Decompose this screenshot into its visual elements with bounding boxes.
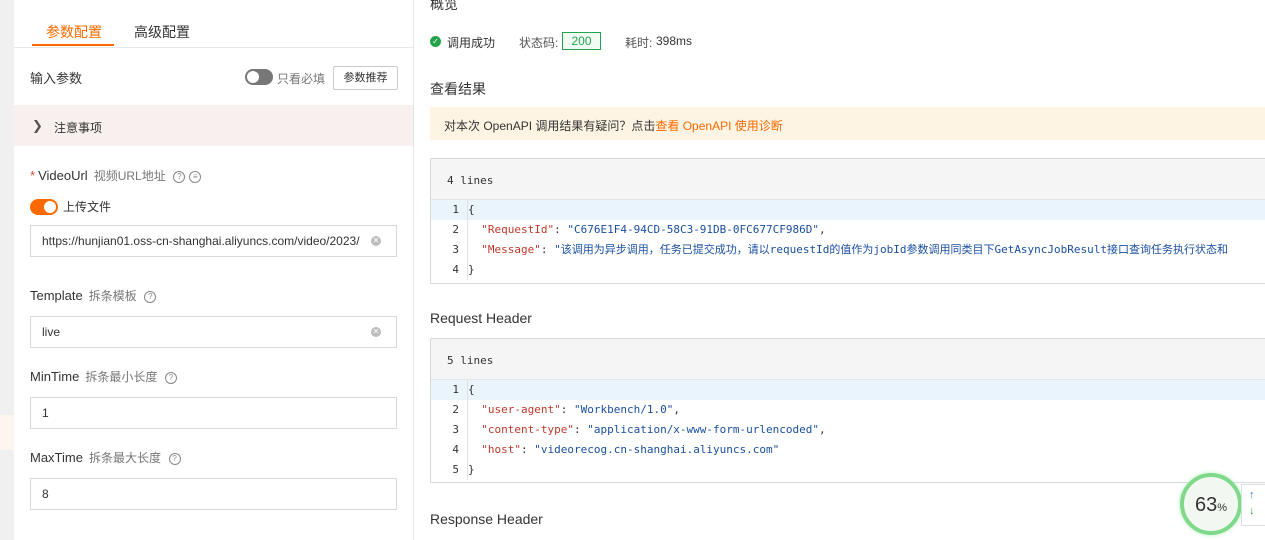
chevron-right-icon: ❯: [32, 118, 43, 133]
maxtime-input[interactable]: 8: [30, 478, 397, 510]
template-name: Template: [30, 288, 83, 303]
code-line: 1{: [431, 200, 1265, 220]
response-header-title: Response Header: [430, 511, 543, 527]
more-icon[interactable]: ≡: [189, 170, 202, 183]
progress-badge[interactable]: 63%: [1180, 473, 1242, 535]
status-code-label: 状态码:: [519, 36, 559, 50]
panel-tabs: 参数配置 高级配置: [14, 0, 413, 48]
maxtime-name: MaxTime: [30, 450, 83, 465]
toggle-knob: [247, 71, 259, 83]
left-strip: [0, 0, 14, 540]
upload-file-label: 上传文件: [63, 200, 112, 214]
code-line: 4 "host": "videorecog.cn-shanghai.aliyun…: [431, 440, 1265, 460]
code-line: 2 "user-agent": "Workbench/1.0",: [431, 400, 1265, 420]
left-strip-highlight: [0, 415, 14, 450]
mintime-name: MinTime: [30, 369, 80, 384]
required-mark: *: [30, 168, 36, 183]
maxtime-desc: 拆条最大长度: [88, 451, 161, 465]
tab-param-config[interactable]: 参数配置: [46, 22, 102, 42]
mintime-label: MinTime 拆条最小长度 ?: [30, 368, 177, 385]
videourl-name: VideoUrl: [38, 168, 88, 183]
result-panel: 概览 ✓ 调用成功 状态码: 200 耗时: 398ms 查看结果 对本次 Op…: [430, 0, 1265, 540]
recommend-button[interactable]: 参数推荐: [333, 66, 398, 90]
help-icon[interactable]: ?: [165, 371, 177, 384]
network-speed-panel[interactable]: ↑ ↓: [1241, 484, 1265, 526]
input-params-label: 输入参数: [30, 71, 83, 86]
diagnosis-text: 对本次 OpenAPI 调用结果有疑问？点击: [444, 119, 656, 133]
mintime-desc: 拆条最小长度: [85, 370, 158, 384]
template-value: live: [42, 325, 61, 339]
status-ok-text: 调用成功: [447, 36, 496, 50]
required-only-label: 只看必填: [277, 72, 326, 86]
template-desc: 拆条模板: [88, 289, 137, 303]
videourl-value: https://hunjian01.oss-cn-shanghai.aliyun…: [42, 234, 360, 248]
arrow-down-icon: ↓: [1249, 505, 1255, 517]
active-tab-indicator: [32, 44, 114, 46]
code-line: 1{: [431, 380, 1265, 400]
required-only-toggle[interactable]: [245, 69, 273, 85]
arrow-up-icon: ↑: [1249, 489, 1255, 501]
status-code-badge: 200: [562, 32, 601, 50]
help-icon[interactable]: ?: [173, 170, 186, 183]
tab-advanced-config[interactable]: 高级配置: [134, 22, 190, 42]
code-line: 5}: [431, 460, 1265, 480]
lines-count: 5 lines: [447, 354, 494, 367]
videourl-input[interactable]: https://hunjian01.oss-cn-shanghai.aliyun…: [30, 225, 397, 257]
videourl-label: * VideoUrl 视频URL地址 ? ≡: [30, 167, 202, 184]
param-panel: 参数配置 高级配置 输入参数 只看必填 参数推荐 ❯ 注意事项 * VideoUr…: [14, 0, 414, 540]
mintime-value: 1: [42, 406, 49, 420]
clear-icon[interactable]: ✕: [371, 327, 381, 337]
notice-label: 注意事项: [54, 121, 103, 135]
overview-title: 概览: [430, 0, 458, 12]
mintime-input[interactable]: 1: [30, 397, 397, 429]
notice-row[interactable]: ❯ 注意事项: [14, 105, 413, 146]
result-title: 查看结果: [430, 81, 486, 97]
request-header-title: Request Header: [430, 310, 532, 326]
code-header: 4 lines: [431, 159, 1265, 200]
request-header-code-block: 5 lines 1{ 2 "user-agent": "Workbench/1.…: [430, 338, 1265, 483]
progress-unit: %: [1217, 502, 1228, 514]
maxtime-label: MaxTime 拆条最大长度 ?: [30, 449, 181, 466]
code-line: 2 "RequestId": "C676E1F4-94CD-58C3-91DB-…: [431, 220, 1265, 240]
diagnosis-banner: 对本次 OpenAPI 调用结果有疑问？点击查看 OpenAPI 使用诊断: [430, 107, 1265, 140]
lines-count: 4 lines: [447, 174, 494, 187]
template-input[interactable]: live ✕: [30, 316, 397, 348]
code-line: 3 "Message": "该调用为异步调用，任务已提交成功，请以request…: [431, 240, 1265, 260]
upload-file-toggle[interactable]: [30, 199, 58, 215]
code-line: 3 "content-type": "application/x-www-for…: [431, 420, 1265, 440]
progress-value: 63: [1194, 494, 1218, 516]
help-icon[interactable]: ?: [144, 290, 157, 303]
clear-icon[interactable]: ✕: [371, 236, 381, 246]
maxtime-value: 8: [42, 487, 49, 501]
diagnosis-link[interactable]: 查看 OpenAPI 使用诊断: [655, 119, 782, 133]
template-label: Template 拆条模板 ?: [30, 287, 157, 304]
videourl-desc: 视频URL地址: [93, 169, 166, 183]
result-code-block: 4 lines 1{ 2 "RequestId": "C676E1F4-94CD…: [430, 158, 1265, 284]
elapsed-label: 耗时:: [625, 36, 653, 50]
check-circle-icon: ✓: [430, 36, 441, 47]
help-icon[interactable]: ?: [168, 452, 181, 465]
code-line: 4}: [431, 260, 1265, 280]
code-header: 5 lines: [431, 339, 1265, 380]
elapsed-value: 398ms: [656, 34, 693, 48]
toggle-knob: [44, 201, 56, 213]
